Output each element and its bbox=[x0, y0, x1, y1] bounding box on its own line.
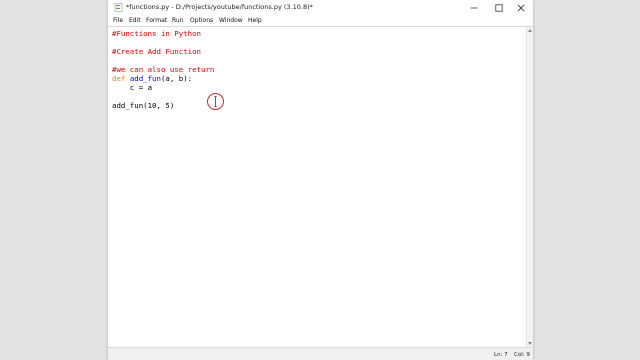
column-number-indicator: Col: 9 bbox=[514, 352, 530, 358]
minimize-button[interactable] bbox=[462, 0, 486, 15]
code-editor[interactable]: #Functions in Python #Create Add Function… bbox=[108, 27, 526, 347]
scroll-up-arrow-icon[interactable] bbox=[528, 29, 532, 32]
code-token-plain: add_fun(10, 5) bbox=[112, 101, 175, 110]
desktop-backdrop-right bbox=[533, 0, 640, 360]
code-token-def: add_fun bbox=[129, 74, 161, 83]
close-icon bbox=[517, 4, 525, 11]
python-idle-icon bbox=[114, 3, 123, 12]
maximize-button[interactable] bbox=[487, 0, 511, 15]
code-line[interactable]: #we can also use return bbox=[112, 65, 214, 74]
menu-help[interactable]: Help bbox=[248, 16, 262, 25]
maximize-icon bbox=[495, 3, 503, 12]
code-line[interactable]: c = a bbox=[112, 83, 152, 92]
vertical-scrollbar[interactable] bbox=[526, 27, 533, 347]
close-button[interactable] bbox=[509, 0, 533, 15]
menu-edit[interactable]: Edit bbox=[129, 16, 141, 25]
menu-bar: File Edit Format Run Options Window Help bbox=[108, 15, 533, 27]
menu-options[interactable]: Options bbox=[190, 16, 213, 25]
code-token-comment: #Functions in Python bbox=[112, 29, 201, 38]
minimize-icon bbox=[470, 7, 478, 8]
menu-file[interactable]: File bbox=[113, 16, 123, 25]
menu-run[interactable]: Run bbox=[172, 16, 184, 25]
line-number-indicator: Ln: 7 bbox=[494, 352, 508, 358]
window-title: *functions.py - D:/Projects/youtube/func… bbox=[126, 3, 313, 11]
code-token-plain: c = a bbox=[112, 83, 153, 92]
status-bar: Ln: 7 Col: 9 bbox=[108, 347, 533, 360]
code-line[interactable]: #Create Add Function bbox=[112, 47, 201, 56]
code-token-keyword: def bbox=[112, 74, 126, 83]
text-cursor-icon bbox=[214, 96, 217, 107]
code-line[interactable]: #Functions in Python bbox=[112, 29, 201, 38]
menu-window[interactable]: Window bbox=[219, 16, 243, 25]
code-token-comment: #we can also use return bbox=[112, 65, 215, 74]
menu-format[interactable]: Format bbox=[146, 16, 167, 25]
desktop-backdrop-left bbox=[0, 0, 108, 360]
idle-editor-window: *functions.py - D:/Projects/youtube/func… bbox=[108, 0, 533, 360]
title-bar[interactable]: *functions.py - D:/Projects/youtube/func… bbox=[108, 0, 533, 15]
code-token-comment: #Create Add Function bbox=[112, 47, 201, 56]
scroll-down-arrow-icon[interactable] bbox=[528, 342, 532, 345]
code-token-plain: (a, b): bbox=[160, 74, 193, 83]
code-line[interactable]: add_fun(10, 5) bbox=[112, 101, 174, 110]
code-line[interactable]: def add_fun(a, b): bbox=[112, 74, 192, 83]
